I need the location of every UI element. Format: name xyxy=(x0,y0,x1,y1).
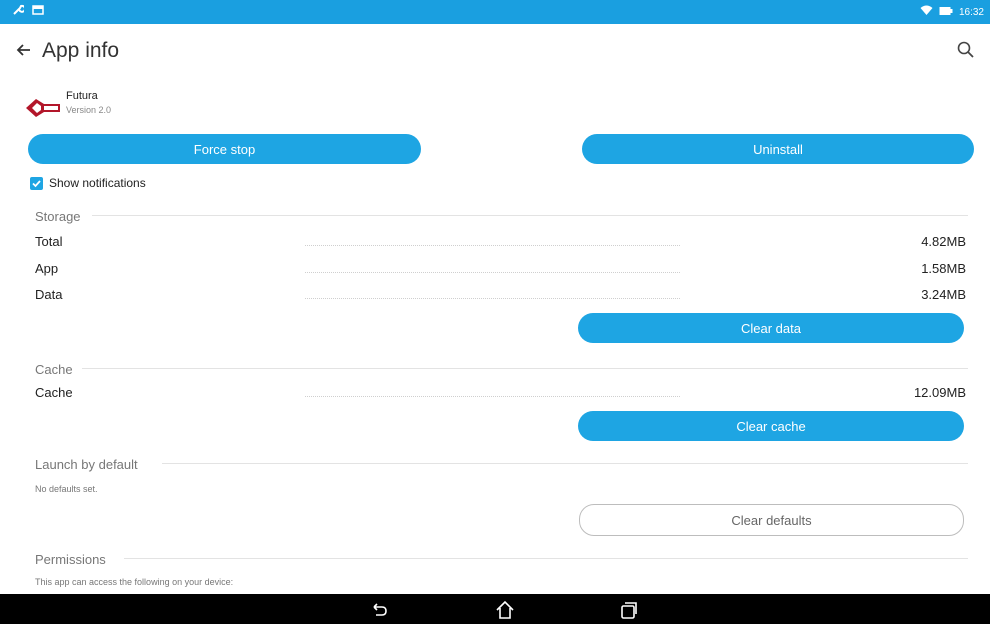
home-nav-icon[interactable] xyxy=(494,599,516,621)
launch-note: No defaults set. xyxy=(35,484,98,494)
row-leader xyxy=(305,298,680,299)
row-leader xyxy=(305,272,680,273)
back-nav-icon[interactable] xyxy=(368,599,390,621)
cache-value: 12.09MB xyxy=(913,385,966,400)
storage-app-value: 1.58MB xyxy=(921,261,966,276)
storage-app-label: App xyxy=(35,261,59,276)
clock-text: 16:32 xyxy=(958,6,984,18)
storage-data-value: 3.24MB xyxy=(921,287,966,302)
status-bar: 16:32 xyxy=(0,0,990,24)
navigation-bar xyxy=(0,594,990,624)
recent-apps-nav-icon[interactable] xyxy=(618,599,640,621)
app-logo-icon xyxy=(24,95,62,121)
show-notifications-checkbox[interactable] xyxy=(30,176,43,190)
cache-heading: Cache xyxy=(35,362,73,377)
battery-icon xyxy=(939,6,953,19)
uninstall-button[interactable]: Uninstall xyxy=(582,134,974,164)
row-leader xyxy=(305,245,680,246)
cache-divider xyxy=(82,368,968,369)
screen-icon xyxy=(32,5,44,18)
page-title: App info xyxy=(42,39,120,62)
app-name: Futura xyxy=(66,90,98,102)
clear-data-button[interactable]: Clear data xyxy=(578,313,964,343)
storage-heading: Storage xyxy=(35,209,81,224)
force-stop-button[interactable]: Force stop xyxy=(28,134,421,164)
clear-defaults-button[interactable]: Clear defaults xyxy=(579,504,964,536)
row-leader xyxy=(305,396,680,397)
show-notifications-row[interactable]: Show notifications xyxy=(30,176,146,190)
launch-divider xyxy=(162,463,968,464)
search-icon[interactable] xyxy=(954,38,978,62)
app-version: Version 2.0 xyxy=(66,105,112,115)
wrench-icon xyxy=(12,4,26,19)
storage-total-label: Total xyxy=(35,234,63,249)
permissions-heading: Permissions xyxy=(35,552,106,567)
storage-total-value: 4.82MB xyxy=(921,234,966,249)
permissions-divider xyxy=(124,558,968,559)
app-bar: App info xyxy=(0,24,990,80)
launch-heading: Launch by default xyxy=(35,457,138,472)
show-notifications-label: Show notifications xyxy=(49,176,146,190)
back-arrow-icon[interactable] xyxy=(12,38,36,62)
cache-label: Cache xyxy=(35,385,73,400)
clear-cache-button[interactable]: Clear cache xyxy=(578,411,964,441)
storage-data-label: Data xyxy=(35,287,63,302)
wifi-icon xyxy=(920,5,933,19)
permissions-note: This app can access the following on you… xyxy=(35,577,234,587)
storage-divider xyxy=(92,215,968,216)
